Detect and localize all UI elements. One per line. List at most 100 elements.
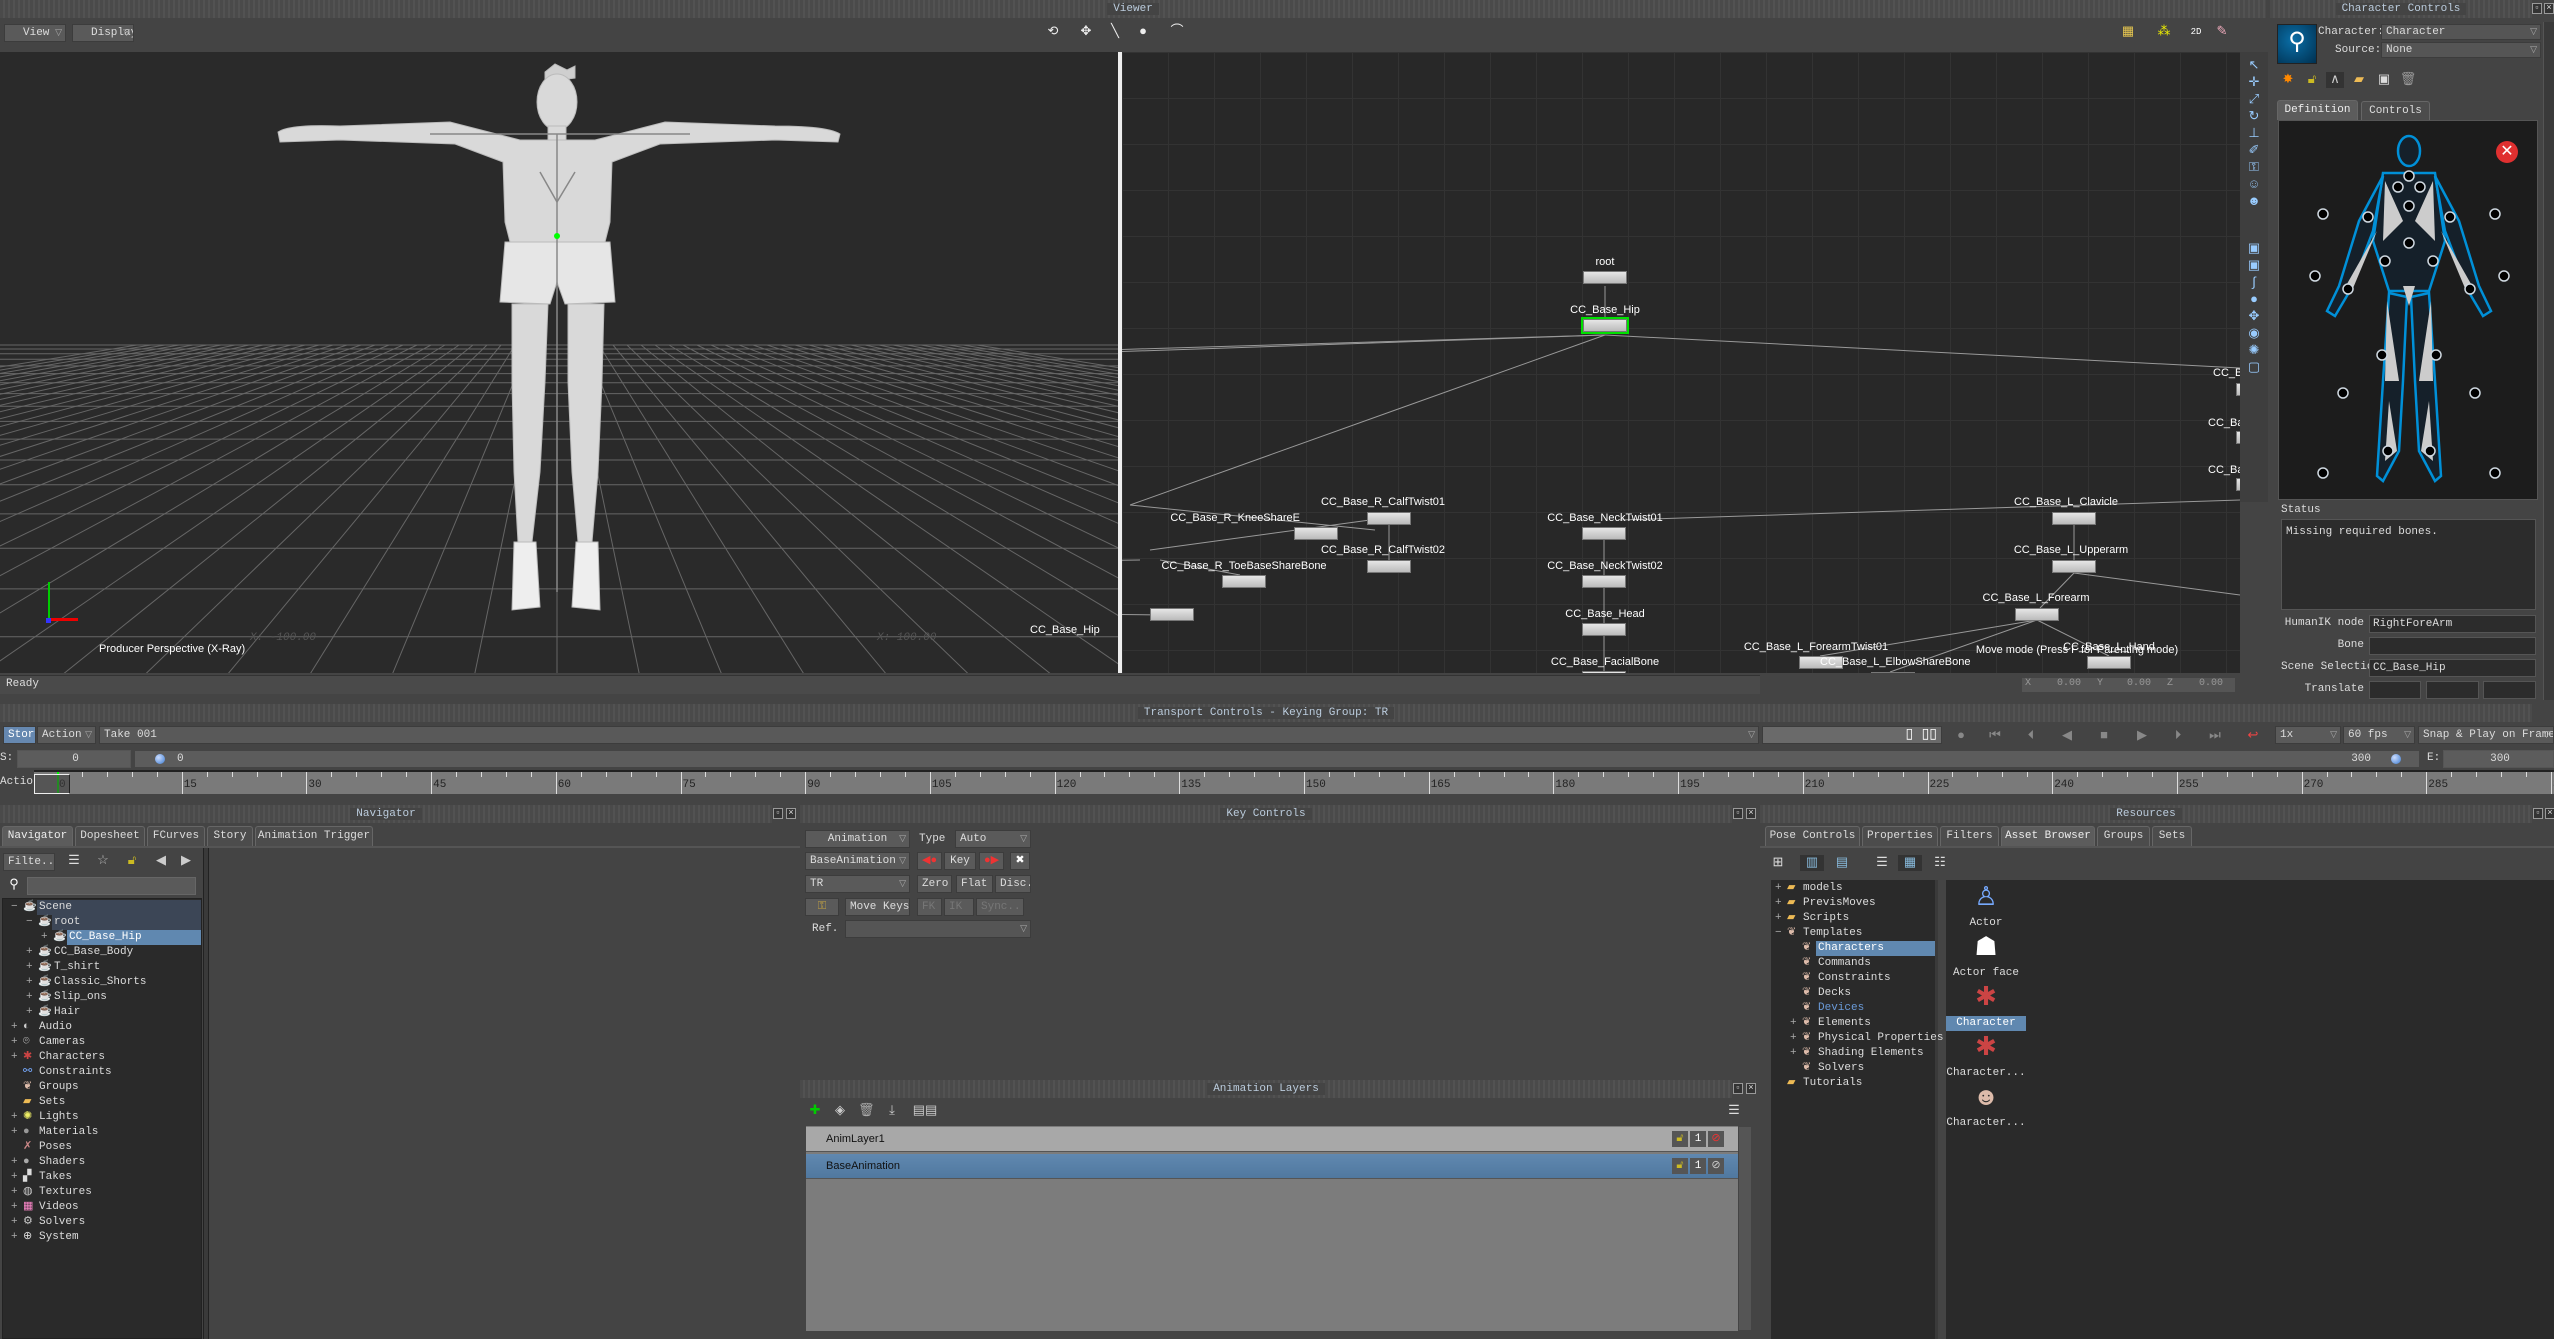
tree-item[interactable]: + ☕ Hair <box>3 1005 201 1020</box>
expand-icon[interactable]: + <box>11 1020 18 1035</box>
bone-field[interactable] <box>2369 637 2536 655</box>
expand-icon[interactable]: − <box>26 915 33 930</box>
loop-button[interactable]: ↩ <box>2244 728 2262 744</box>
schematic-node[interactable] <box>1367 512 1411 525</box>
tree-item[interactable]: + ⌾ Cameras <box>3 1035 201 1050</box>
tree-item[interactable]: ⚯ Constraints <box>3 1065 201 1080</box>
next-frame-button[interactable]: ⏵ <box>2169 728 2187 744</box>
float-window-icon[interactable]: ▫ <box>2532 3 2542 14</box>
save-skeleton-icon[interactable]: ▣ <box>2375 72 2393 88</box>
tree-item[interactable]: + ● Shaders <box>3 1155 201 1170</box>
story-mode-button[interactable]: Story <box>3 726 36 744</box>
previous-key-button[interactable]: ◀● <box>917 852 942 870</box>
expand-icon[interactable]: − <box>1775 926 1782 941</box>
expand-icon[interactable]: + <box>1775 896 1782 911</box>
tree-item[interactable]: + ☕ T_shirt <box>3 960 201 975</box>
scene-tree[interactable]: − ☕ Scene − ☕ root + ☕ CC_Base_Hip + ☕ CC_Base_Body… <box>2 898 202 1339</box>
add-layer-icon[interactable]: ✚ <box>807 1103 823 1119</box>
expand-icon[interactable]: + <box>1790 1046 1797 1061</box>
tab-animation-trigger[interactable]: Animation Trigger <box>255 826 373 846</box>
layer-lock-icon[interactable]: 🔓︎ <box>1672 1131 1688 1147</box>
tab-definition[interactable]: Definition <box>2277 100 2358 120</box>
tree-item[interactable]: + ▰ PrevisMoves <box>1771 896 1935 911</box>
humanik-definition-panel[interactable]: ✕ <box>2278 120 2538 500</box>
tree-item[interactable]: + ▦ Videos <box>3 1200 201 1215</box>
asset-item[interactable]: ☗ Actor face <box>1946 930 2026 980</box>
tab-dopesheet[interactable]: Dopesheet <box>75 826 145 846</box>
move-keys-button[interactable]: Move Keys <box>845 898 910 916</box>
key-button[interactable]: Key <box>944 852 976 870</box>
display-menu-button[interactable]: Display <box>72 24 134 42</box>
animation-mode-dropdown[interactable]: Animation <box>805 830 910 848</box>
expand-icon[interactable]: + <box>26 990 33 1005</box>
layers-menu-icon[interactable]: ☰ <box>1726 1103 1742 1119</box>
snap-dropdown[interactable]: Snap & Play on Frames <box>2418 726 2554 744</box>
tree-item[interactable]: + ☕ Slip_ons <box>3 990 201 1005</box>
tree-item[interactable]: ❦ Characters <box>1771 941 1935 956</box>
key-controls-float-icon[interactable]: ▫ <box>1733 808 1743 819</box>
cube-icon[interactable]: ▣ <box>2244 241 2264 257</box>
pose-icon[interactable]: ☻ <box>2244 194 2264 210</box>
schematic-node[interactable] <box>2015 608 2059 621</box>
tree-view-icon[interactable]: ⊞ <box>1770 855 1786 871</box>
tree-item[interactable]: + ✱ Characters <box>3 1050 201 1065</box>
resources-close-icon[interactable]: × <box>2545 808 2554 819</box>
zoom-icon[interactable]: ● <box>1133 24 1153 40</box>
prev-frame-button[interactable]: ⏴ <box>2022 728 2040 744</box>
delete-icon[interactable]: 🗑︎ <box>2399 72 2417 88</box>
tree-item[interactable]: + ▞ Takes <box>3 1170 201 1185</box>
pan-icon[interactable]: ✥ <box>1076 24 1096 40</box>
layer-mute-icon[interactable]: ⊘ <box>1708 1131 1724 1147</box>
keying-group-dropdown[interactable]: TR <box>805 875 910 893</box>
activate-icon[interactable]: ✸ <box>2279 72 2297 88</box>
schematic-node[interactable] <box>1582 671 1626 673</box>
sphere-icon[interactable]: ● <box>2244 292 2264 308</box>
expand-icon[interactable]: + <box>11 1200 18 1215</box>
discontinuous-button[interactable]: Disc. <box>995 875 1031 893</box>
play-button[interactable]: ▶ <box>2133 728 2151 744</box>
sun-icon[interactable]: ✺ <box>2244 343 2264 359</box>
expand-icon[interactable]: + <box>26 960 33 975</box>
record-button[interactable]: ● <box>1952 728 1970 744</box>
tree-item[interactable]: − ☕ root <box>3 915 201 930</box>
tree-item[interactable]: ❦ Devices <box>1771 1001 1935 1016</box>
tree-item[interactable]: ❦ Groups <box>3 1080 201 1095</box>
navigator-splitter[interactable] <box>203 848 209 1339</box>
asset-item[interactable]: ✱ Character <box>1946 980 2026 1031</box>
expand-icon[interactable]: + <box>1790 1031 1797 1046</box>
humanik-figure[interactable] <box>2279 121 2539 501</box>
tab-groups[interactable]: Groups <box>2097 826 2150 846</box>
char-icon[interactable]: ☺ <box>2244 177 2264 193</box>
unlock-icon[interactable]: 🔓︎ <box>2303 72 2321 88</box>
load-skeleton-icon[interactable]: ▰ <box>2350 72 2368 88</box>
ref-dropdown[interactable] <box>845 920 1031 938</box>
take-dropdown[interactable]: Take 001 <box>99 726 1759 744</box>
schematic-node[interactable] <box>1871 672 1915 673</box>
select-icon[interactable]: ↖ <box>2244 58 2264 74</box>
layer-solo-icon[interactable]: 1 <box>1690 1131 1706 1147</box>
list-view-icon[interactable]: ☰ <box>64 853 84 869</box>
action-mode-dropdown[interactable]: Action <box>37 726 96 744</box>
curve-icon[interactable]: ∫ <box>2244 275 2264 291</box>
schematic-node[interactable] <box>1583 271 1627 284</box>
duplicate-layer-icon[interactable]: ◈ <box>832 1103 848 1119</box>
key-controls-close-icon[interactable]: × <box>1746 808 1756 819</box>
translate-y-field[interactable] <box>2426 681 2479 699</box>
grid-icon[interactable]: ▦ <box>1898 855 1922 871</box>
character-controls-scrollbar[interactable] <box>2543 22 2554 700</box>
navigator-search-input[interactable] <box>27 877 196 895</box>
character-dropdown[interactable]: Character <box>2381 24 2541 40</box>
expand-icon[interactable]: + <box>1775 911 1782 926</box>
schematic-node[interactable] <box>1581 317 1629 334</box>
curve-dots-icon[interactable]: ⁂ <box>2154 24 2174 40</box>
layers-icon[interactable]: ▤▤ <box>910 1103 940 1119</box>
range-slider[interactable]: 0 300 <box>134 750 2420 768</box>
resources-float-icon[interactable]: ▫ <box>2533 808 2543 819</box>
key-icon[interactable]: ⚿ <box>2244 160 2264 176</box>
filter-button[interactable]: Filte... <box>3 853 55 871</box>
close-definition-icon[interactable]: ✕ <box>2496 141 2518 163</box>
2d-zoom-icon[interactable]: 2D <box>2186 24 2206 40</box>
back-icon[interactable]: ◀ <box>151 853 171 869</box>
fk-button[interactable]: FK <box>917 898 942 916</box>
details-icon[interactable]: ☷ <box>1932 855 1948 871</box>
